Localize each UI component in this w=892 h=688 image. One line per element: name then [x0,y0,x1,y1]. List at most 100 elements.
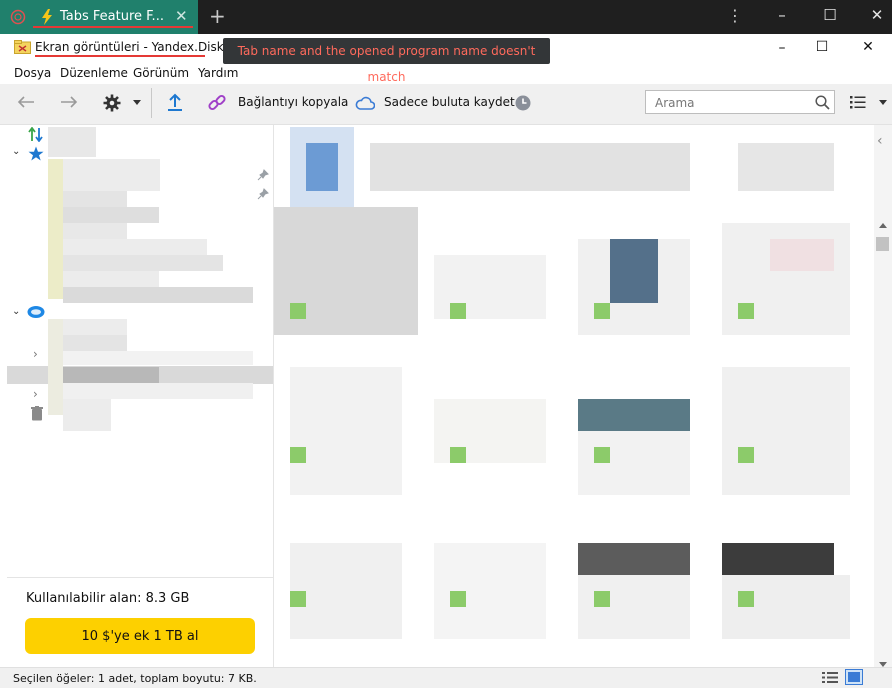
sidebar-footer-divider [7,577,273,578]
star-icon [28,146,44,161]
blurred-tree-item [63,271,159,287]
scroll-up-arrow-icon[interactable] [879,217,887,231]
blurred-tree-item [48,159,160,191]
file-thumbnail-detail [770,239,834,271]
file-thumbnail[interactable] [722,367,850,495]
file-thumbnail-detail [578,431,690,495]
link-icon[interactable] [208,94,226,112]
sync-status-badge [290,591,306,607]
blurred-tree-item [63,383,253,399]
cloud-icon[interactable] [355,96,375,110]
new-tab-button[interactable]: + [209,4,226,28]
file-thumbnail[interactable] [578,399,690,431]
details-view-icon[interactable] [822,671,838,684]
list-view-icon[interactable] [850,96,866,109]
view-chevron-down-icon[interactable] [879,100,887,105]
file-thumbnail[interactable] [290,367,402,495]
sync-status-badge [738,303,754,319]
toolbar-divider [151,88,152,118]
tab-title: Tabs Feature F... [60,9,164,24]
sidebar-tree: ⌄ ⌄ › › Kullanılabilir alan: 8.3 GB 10 $… [7,125,274,667]
minimize-button[interactable]: – [767,6,797,24]
sync-arrows-icon [28,127,44,142]
blurred-tree-item [63,399,111,431]
arrow-right-icon[interactable] [60,95,78,109]
lightning-icon [41,9,53,25]
yandex-disk-icon [27,305,45,319]
pin-icon[interactable] [257,188,269,200]
sync-status-badge [290,447,306,463]
save-cloud-only-button[interactable]: Sadece buluta kaydet [384,95,515,109]
close-window-button[interactable]: ✕ [862,6,892,24]
circle-ring-icon[interactable] [10,9,26,25]
expand-chevron-icon[interactable]: ⌄ [12,306,20,317]
sync-status-badge [450,303,466,319]
sync-status-badge [450,591,466,607]
file-thumbnail[interactable] [290,543,402,639]
collapse-chevron-icon[interactable]: › [33,347,38,361]
annotation-callout: Tab name and the opened program name doe… [223,38,550,84]
annotation-underline-tab [33,26,193,28]
blurred-tree-item [63,207,159,223]
pin-icon[interactable] [257,169,269,181]
search-input[interactable] [653,95,807,111]
status-text: Seçilen öğeler: 1 adet, toplam boyutu: 7… [13,672,257,685]
sync-status-badge [450,447,466,463]
browser-menu-icon[interactable]: ⋮ [727,6,743,25]
vertical-scrollbar[interactable]: ‹ [874,125,892,667]
tab-close-icon[interactable]: ✕ [175,7,188,25]
blurred-tree-item [63,335,127,351]
arrow-left-icon[interactable] [17,95,35,109]
menu-edit[interactable]: Düzenleme [60,66,128,80]
file-thumbnail[interactable] [722,543,834,575]
trash-icon[interactable] [31,406,43,421]
sync-status-badge [738,591,754,607]
file-thumbnail-detail [610,239,658,303]
blurred-tree-item [63,255,223,271]
gear-icon[interactable] [103,94,121,112]
app-maximize-button[interactable]: ☐ [807,39,837,55]
app-minimize-button[interactable]: – [767,40,797,56]
sync-status-badge [594,591,610,607]
file-name-blur [738,143,834,191]
blurred-tree-item [63,239,207,255]
copy-link-button[interactable]: Bağlantıyı kopyala [238,95,348,109]
menu-file[interactable]: Dosya [14,66,51,80]
blurred-tree-item [63,319,127,335]
blurred-tree-item [48,127,96,157]
file-thumbnail[interactable] [578,543,690,575]
app-close-button[interactable]: ✕ [853,39,883,55]
file-thumbnail-detail [722,575,850,639]
search-icon[interactable] [815,95,830,110]
file-name-blur [370,143,690,191]
file-grid [274,125,866,667]
app-title: Ekran görüntüleri - Yandex.Disk [35,40,224,54]
clock-icon[interactable] [515,95,531,111]
maximize-button[interactable]: ☐ [815,6,845,24]
panel-collapse-chevron-icon[interactable]: ‹ [877,133,883,149]
sync-status-badge [594,447,610,463]
blurred-tree-item [63,287,253,303]
sync-status-badge [594,303,610,319]
blurred-tree-item [63,191,127,207]
blurred-tree-item [48,159,63,299]
browser-tab-bar: Tabs Feature F... ✕ + ⋮ – ☐ ✕ [0,0,892,34]
upload-icon[interactable] [167,93,183,111]
expand-chevron-icon[interactable]: ⌄ [12,146,20,157]
file-thumbnail-detail [578,575,690,639]
menu-help[interactable]: Yardım [198,66,238,80]
available-space-label: Kullanılabilir alan: 8.3 GB [26,591,190,606]
sync-status-badge [290,303,306,319]
blurred-tree-item [63,223,127,239]
search-box[interactable] [645,90,835,114]
thumbnail-view-icon[interactable] [845,669,863,685]
collapse-chevron-icon[interactable]: › [33,387,38,401]
scrollbar-thumb[interactable] [876,237,889,251]
file-thumbnail-detail [306,143,338,191]
menu-view[interactable]: Görünüm [133,66,189,80]
blurred-tree-item [63,367,159,383]
browser-tab[interactable]: Tabs Feature F... ✕ [0,0,198,34]
buy-storage-button[interactable]: 10 $'ye ek 1 TB al [25,618,255,654]
blurred-tree-item [48,319,63,415]
chevron-down-icon[interactable] [133,100,141,105]
